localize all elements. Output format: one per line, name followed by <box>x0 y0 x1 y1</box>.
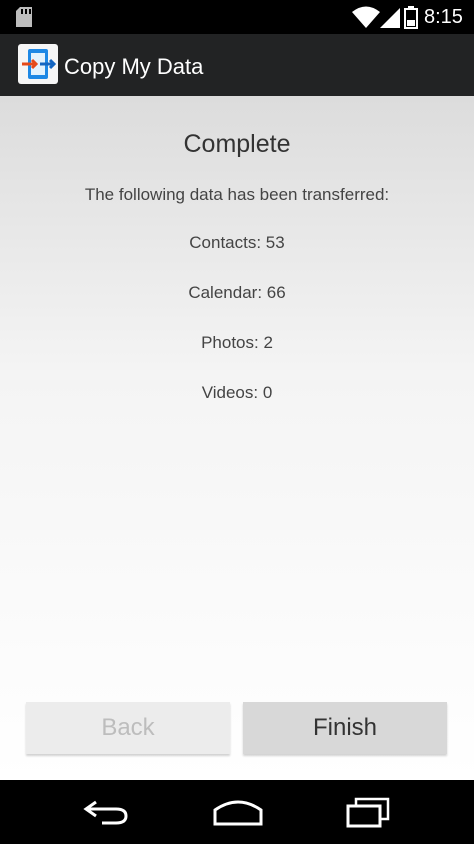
contacts-count: Contacts: 53 <box>189 233 285 252</box>
back-nav-icon[interactable] <box>82 796 130 828</box>
status-bar: 8:15 <box>0 0 474 34</box>
home-nav-icon[interactable] <box>211 796 265 828</box>
sd-card-icon <box>16 7 32 27</box>
battery-icon <box>404 6 418 29</box>
transfer-summary-text: The following data has been transferred: <box>84 185 390 204</box>
action-bar: Copy My Data <box>0 34 474 96</box>
status-clock: 8:15 <box>424 6 463 28</box>
back-button[interactable]: Back <box>26 702 230 754</box>
navigation-bar <box>0 780 474 844</box>
copy-data-app-icon <box>18 44 58 84</box>
videos-count: Videos: 0 <box>201 383 273 402</box>
recents-nav-icon[interactable] <box>344 796 392 828</box>
main-content: Complete The following data has been tra… <box>0 96 474 780</box>
photos-count: Photos: 2 <box>201 333 273 352</box>
page-title: Complete <box>183 130 291 158</box>
signal-icon <box>380 8 400 28</box>
wifi-icon <box>352 6 380 28</box>
calendar-count: Calendar: 66 <box>188 283 286 302</box>
app-title: Copy My Data <box>64 54 204 79</box>
finish-button[interactable]: Finish <box>243 702 447 754</box>
